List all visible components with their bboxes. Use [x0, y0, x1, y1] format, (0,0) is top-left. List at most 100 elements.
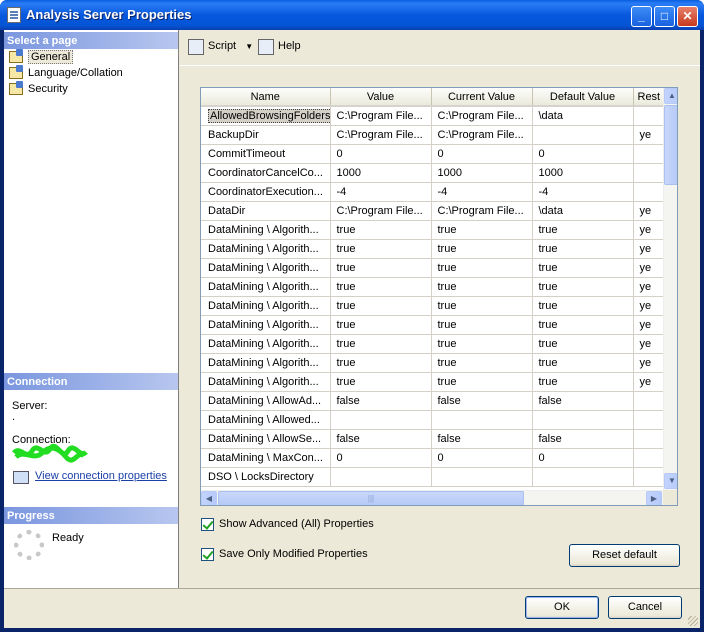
minimize-button[interactable]: _	[631, 6, 652, 27]
cell-value[interactable]: C:\Program File...	[330, 201, 432, 221]
table-row[interactable]: CoordinatorCancelCo... 1000 1000 1000	[201, 163, 672, 183]
chevron-down-icon[interactable]: ▼	[245, 42, 253, 51]
table-row[interactable]: BackupDir C:\Program File... C:\Program Fi…	[201, 125, 672, 145]
scroll-right-icon[interactable]: ▶	[646, 491, 662, 505]
table-row[interactable]: DataMining \ Algorith... true true true ye	[201, 296, 672, 316]
cell-name[interactable]: CommitTimeout	[201, 144, 331, 164]
table-row[interactable]: DataMining \ Algorith... true true true ye	[201, 220, 672, 240]
table-row[interactable]: DataMining \ AllowSe... false false false	[201, 429, 672, 449]
cell-name[interactable]: AllowedBrowsingFolders	[201, 106, 331, 126]
cell-name[interactable]: DataMining \ Algorith...	[201, 258, 331, 278]
table-row[interactable]: DataMining \ Algorith... true true true ye	[201, 353, 672, 373]
cell-name[interactable]: DataMining \ AllowSe...	[201, 429, 331, 449]
table-row[interactable]: DataMining \ MaxCon... 0 0 0	[201, 448, 672, 468]
cell-name[interactable]: DSO \ LocksDirectory	[201, 467, 331, 487]
cell-default[interactable]	[532, 125, 634, 145]
cell-default[interactable]: true	[532, 258, 634, 278]
help-button[interactable]: Help	[258, 39, 301, 55]
page-item-security[interactable]: Security	[9, 81, 68, 97]
table-row[interactable]: CommitTimeout 0 0 0	[201, 144, 672, 164]
column-header-value[interactable]: Value	[330, 88, 432, 107]
cell-name[interactable]: BackupDir	[201, 125, 331, 145]
table-row[interactable]: CoordinatorExecution... -4 -4 -4	[201, 182, 672, 202]
cell-current[interactable]: C:\Program File...	[431, 125, 533, 145]
cell-default[interactable]: 0	[532, 144, 634, 164]
cell-current[interactable]: true	[431, 353, 533, 373]
save-only-modified-checkbox[interactable]	[201, 548, 214, 561]
cell-default[interactable]: true	[532, 277, 634, 297]
cell-value[interactable]: true	[330, 277, 432, 297]
cell-default[interactable]: 1000	[532, 163, 634, 183]
cell-value[interactable]: 0	[330, 448, 432, 468]
show-advanced-label[interactable]: Show Advanced (All) Properties	[219, 518, 374, 530]
vertical-scroll-thumb[interactable]	[664, 105, 677, 185]
table-row[interactable]: DataDir C:\Program File... C:\Program File…	[201, 201, 672, 221]
cell-default[interactable]: true	[532, 220, 634, 240]
cell-value[interactable]: true	[330, 239, 432, 259]
cell-current[interactable]: -4	[431, 182, 533, 202]
scroll-down-icon[interactable]: ▼	[664, 473, 677, 489]
cell-name[interactable]: DataMining \ Algorith...	[201, 334, 331, 354]
cell-current[interactable]: true	[431, 315, 533, 335]
script-button[interactable]: Script ▼	[188, 39, 253, 55]
column-header-current-value[interactable]: Current Value	[431, 88, 533, 107]
cell-name[interactable]: DataMining \ AllowAd...	[201, 391, 331, 411]
cell-name[interactable]: DataMining \ Algorith...	[201, 277, 331, 297]
cell-name[interactable]: DataMining \ Algorith...	[201, 239, 331, 259]
page-item-language-collation[interactable]: Language/Collation	[9, 65, 123, 81]
cell-name[interactable]: DataMining \ Algorith...	[201, 315, 331, 335]
cell-name[interactable]: DataMining \ Algorith...	[201, 296, 331, 316]
cell-value[interactable]: 0	[330, 144, 432, 164]
cell-default[interactable]: \data	[532, 201, 634, 221]
scroll-left-icon[interactable]: ◀	[201, 491, 217, 505]
cell-default[interactable]: \data	[532, 106, 634, 126]
cell-value[interactable]: C:\Program File...	[330, 125, 432, 145]
cell-current[interactable]	[431, 410, 533, 430]
cell-current[interactable]: true	[431, 239, 533, 259]
cell-default[interactable]: true	[532, 353, 634, 373]
cell-value[interactable]: true	[330, 220, 432, 240]
horizontal-scrollbar[interactable]: ◀ ||| ▶	[201, 490, 663, 505]
cell-current[interactable]: C:\Program File...	[431, 201, 533, 221]
cell-value[interactable]: true	[330, 353, 432, 373]
column-header-name[interactable]: Name	[201, 88, 331, 107]
cell-current[interactable]: true	[431, 372, 533, 392]
cell-value[interactable]: true	[330, 315, 432, 335]
cell-value[interactable]	[330, 467, 432, 487]
maximize-button[interactable]: □	[654, 6, 675, 27]
cell-current[interactable]: true	[431, 334, 533, 354]
resize-grip[interactable]	[688, 616, 698, 626]
table-row[interactable]: DataMining \ Algorith... true true true ye	[201, 334, 672, 354]
table-row[interactable]: DataMining \ Algorith... true true true ye	[201, 258, 672, 278]
cell-value[interactable]: true	[330, 296, 432, 316]
cell-value[interactable]: -4	[330, 182, 432, 202]
cell-name[interactable]: DataMining \ Algorith...	[201, 353, 331, 373]
cell-value[interactable]: true	[330, 334, 432, 354]
cell-value[interactable]: true	[330, 372, 432, 392]
properties-grid[interactable]: Name Value Current Value Default Value R…	[200, 87, 678, 506]
cancel-button[interactable]: Cancel	[608, 596, 682, 619]
table-row[interactable]: AllowedBrowsingFolders C:\Program File...…	[201, 106, 672, 126]
cell-default[interactable]: false	[532, 391, 634, 411]
table-row[interactable]: DataMining \ Allowed...	[201, 410, 672, 430]
table-row[interactable]: DataMining \ Algorith... true true true ye	[201, 372, 672, 392]
table-row[interactable]: DataMining \ Algorith... true true true ye	[201, 239, 672, 259]
cell-current[interactable]: true	[431, 220, 533, 240]
save-only-modified-label[interactable]: Save Only Modified Properties	[219, 548, 368, 560]
page-item-general[interactable]: General	[9, 49, 74, 65]
table-row[interactable]: DSO \ LocksDirectory	[201, 467, 672, 487]
cell-default[interactable]: true	[532, 334, 634, 354]
cell-value[interactable]	[330, 410, 432, 430]
cell-current[interactable]: true	[431, 296, 533, 316]
cell-name[interactable]: DataMining \ MaxCon...	[201, 448, 331, 468]
cell-current[interactable]: false	[431, 429, 533, 449]
cell-current[interactable]	[431, 467, 533, 487]
cell-default[interactable]	[532, 410, 634, 430]
column-header-default-value[interactable]: Default Value	[532, 88, 634, 107]
cell-default[interactable]: 0	[532, 448, 634, 468]
cell-default[interactable]	[532, 467, 634, 487]
vertical-scrollbar[interactable]: ▲ ▼	[663, 88, 677, 490]
view-connection-properties-link[interactable]: View connection properties	[35, 470, 167, 482]
reset-default-button[interactable]: Reset default	[569, 544, 680, 567]
cell-value[interactable]: 1000	[330, 163, 432, 183]
